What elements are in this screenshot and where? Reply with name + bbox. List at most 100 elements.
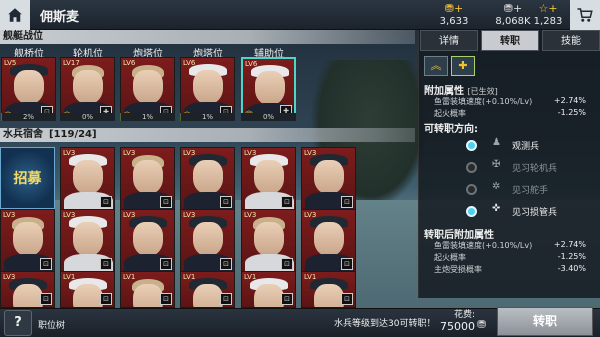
- crew-card[interactable]: LV3 ⊡: [241, 147, 296, 211]
- option-observer[interactable]: ♟ 观测兵: [466, 137, 586, 155]
- extra-attr-row: 起火概率 -1.25%: [434, 108, 586, 119]
- crew-card-engine[interactable]: LV17 ︽ ✚: [60, 57, 115, 121]
- after-attr-row: 鱼雷装填速度(+0.10%/Lv) +2.74%: [434, 240, 586, 251]
- crew-level: LV1: [123, 273, 136, 281]
- crew-card[interactable]: LV1 ⊡: [180, 271, 235, 308]
- shop-button[interactable]: [570, 0, 600, 30]
- wrench-icon: ✚: [451, 56, 475, 76]
- crew-card[interactable]: LV3 ⊡: [120, 209, 175, 273]
- recruit-button[interactable]: 招募: [0, 147, 55, 209]
- attr-label: 鱼雷装填速度(+0.10%/Lv): [434, 97, 533, 106]
- helm-icon: ✲: [492, 181, 501, 192]
- option-helm[interactable]: ✲ 见习舵手: [466, 181, 586, 199]
- attr-label: 鱼雷装填速度(+0.10%/Lv): [434, 241, 533, 250]
- crew-card[interactable]: LV3 ⊡: [301, 209, 356, 273]
- battle-section-title: 舰艇战位: [3, 31, 43, 42]
- portrait-face: [314, 284, 344, 307]
- status-badge-icon: ⊡: [100, 293, 112, 305]
- slot-progress: 0%: [60, 113, 115, 121]
- radio-button[interactable]: [466, 140, 477, 151]
- radio-button[interactable]: [466, 162, 477, 173]
- dorm-count: [119/24]: [49, 129, 97, 140]
- tab-details[interactable]: 详情: [420, 30, 478, 51]
- dorm-section-header: 水兵宿舍 [119/24]: [0, 128, 415, 142]
- home-button[interactable]: [0, 0, 30, 30]
- cost-label: 花费:: [454, 310, 476, 320]
- progress-fill: [180, 113, 181, 121]
- option-label: 观测兵: [512, 142, 540, 152]
- after-attr-row: 起火概率 -1.25%: [434, 252, 586, 263]
- portrait-face: [254, 222, 284, 256]
- crew-level: LV6: [123, 59, 136, 67]
- silver-coin-icon: ⛃: [477, 318, 487, 331]
- status-badge-icon: ⊡: [341, 258, 353, 270]
- page-title: 佣斯麦: [40, 10, 80, 25]
- portrait-face: [193, 222, 223, 256]
- progress-fill: [120, 113, 121, 121]
- crew-card[interactable]: LV3 ⊡: [180, 209, 235, 273]
- crew-card-bridge[interactable]: LV5 ︽ ⊡: [1, 57, 56, 121]
- portrait-face: [13, 284, 43, 307]
- option-engineer[interactable]: ✠ 见习轮机兵: [466, 159, 586, 177]
- transfer-button[interactable]: 转职: [497, 307, 593, 336]
- crew-card[interactable]: LV3 ⊡: [0, 209, 55, 273]
- after-attr-row: 主炮受损概率 -3.40%: [434, 264, 586, 275]
- crew-card[interactable]: LV3 ⊡: [301, 147, 356, 211]
- crew-card-turret-1[interactable]: LV6 ︽ ⊡: [120, 57, 175, 121]
- crew-card[interactable]: LV3 ⊡: [180, 147, 235, 211]
- gold-currency: ⛃+ 3,633: [434, 2, 474, 27]
- status-badge-icon: ⊡: [160, 196, 172, 208]
- status-badge-icon: ⊡: [281, 196, 293, 208]
- radio-button[interactable]: [466, 184, 477, 195]
- crew-card[interactable]: LV3 ⊡: [0, 271, 55, 308]
- portrait-face: [13, 222, 43, 256]
- engineer-icon: ✠: [492, 159, 501, 170]
- repair-icon: ✜: [492, 203, 501, 214]
- portrait-face: [133, 70, 163, 104]
- help-button[interactable]: ?: [4, 310, 32, 336]
- attr-label: 起火概率: [434, 253, 466, 262]
- crew-card[interactable]: LV1 ⊡: [120, 271, 175, 308]
- option-repair[interactable]: ✜ 见习损管兵: [466, 203, 586, 221]
- portrait-face: [193, 284, 223, 307]
- extra-attr-row: 鱼雷装填速度(+0.10%/Lv) +2.74%: [434, 96, 586, 107]
- crew-card-turret-2[interactable]: LV6 ︽ ⊡: [180, 57, 235, 121]
- attr-value: -1.25%: [557, 252, 586, 261]
- star-icon: ☆+: [538, 2, 558, 15]
- portrait-face: [133, 160, 163, 194]
- status-badge-icon: ⊡: [100, 258, 112, 270]
- battle-section-header: 舰艇战位: [0, 30, 415, 44]
- crew-card[interactable]: LV1 ⊡: [241, 271, 296, 308]
- crew-level: LV3: [244, 211, 257, 219]
- radio-button[interactable]: [466, 206, 477, 217]
- slot-progress: 2%: [1, 113, 56, 121]
- crew-card[interactable]: LV3 ⊡: [241, 209, 296, 273]
- status-badge-icon: ⊡: [40, 258, 52, 270]
- status-badge-icon: ⊡: [220, 258, 232, 270]
- crew-card[interactable]: LV1 ⊡: [60, 271, 115, 308]
- convert-title: 可转职方向:: [424, 124, 478, 135]
- slot-progress: 1%: [180, 113, 235, 121]
- status-badge-icon: ⊡: [341, 196, 353, 208]
- tab-transfer[interactable]: 转职: [481, 30, 539, 51]
- star-currency: ☆+ 1,283: [528, 2, 568, 27]
- portrait-face: [193, 70, 223, 104]
- status-badge-icon: ⊡: [220, 196, 232, 208]
- status-badge-icon: ⊡: [160, 258, 172, 270]
- career-tree-link[interactable]: 职位树: [38, 318, 65, 331]
- class-icons: ︽ ✚: [424, 56, 484, 76]
- crew-card-support[interactable]: LV6 ︽ ✚: [241, 57, 296, 121]
- portrait-face: [73, 284, 103, 307]
- star-value: 1,283: [533, 16, 563, 27]
- portrait-face: [73, 160, 103, 194]
- crew-card[interactable]: LV3 ⊡: [60, 209, 115, 273]
- portrait-face: [193, 160, 223, 194]
- crew-card[interactable]: LV3 ⊡: [60, 147, 115, 211]
- extra-attr-note: [已生效]: [467, 87, 498, 96]
- crew-card[interactable]: LV3 ⊡: [120, 147, 175, 211]
- progress-text: 0%: [262, 113, 275, 121]
- crew-card[interactable]: LV1 ⊡: [301, 271, 356, 308]
- cart-icon: [577, 8, 593, 22]
- tab-skills[interactable]: 技能: [542, 30, 600, 51]
- progress-fill: [1, 113, 3, 121]
